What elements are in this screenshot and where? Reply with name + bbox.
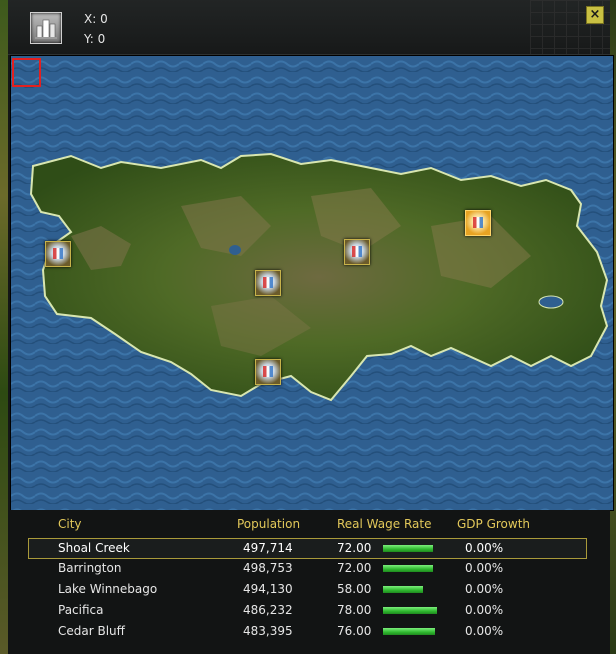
city-name: Shoal Creek (58, 541, 130, 555)
population-value: 486,232 (243, 603, 293, 617)
wage-value: 72.00 (337, 561, 372, 575)
population-value: 483,395 (243, 624, 293, 638)
city-name: Lake Winnebago (58, 582, 158, 596)
wage-bar (383, 607, 437, 614)
gdp-value: 0.00% (465, 603, 504, 617)
wage-bar (383, 628, 435, 635)
city-flag-icon (53, 248, 63, 259)
city-marker-5[interactable] (255, 359, 281, 385)
city-flag-icon (473, 217, 483, 228)
wage-value: 58.00 (337, 582, 372, 596)
city-window: X: 0 Y: 0 × City Population Real Wage Ra… (0, 0, 616, 654)
wage-value: 72.00 (337, 541, 372, 555)
gdp-value: 0.00% (465, 541, 504, 555)
city-marker-4[interactable] (465, 210, 491, 236)
table-row[interactable]: Lake Winnebago 494,130 58.00 0.00% (28, 580, 585, 599)
background-terrain-left (0, 0, 8, 654)
minimap-terrain (11, 56, 613, 510)
column-header-city[interactable]: City (58, 517, 82, 531)
wage-bar-fill (383, 545, 433, 552)
column-header-gdp[interactable]: GDP Growth (457, 517, 530, 531)
viewport-indicator[interactable] (12, 58, 41, 87)
wage-value: 76.00 (337, 624, 372, 638)
close-button[interactable]: × (586, 6, 604, 24)
gdp-value: 0.00% (465, 582, 504, 596)
table-row[interactable]: Pacifica 486,232 78.00 0.00% (28, 601, 585, 620)
population-value: 494,130 (243, 582, 293, 596)
gdp-value: 0.00% (465, 624, 504, 638)
column-header-wage[interactable]: Real Wage Rate (337, 517, 431, 531)
table-row[interactable]: Shoal Creek 497,714 72.00 0.00% (28, 538, 587, 559)
city-marker-3[interactable] (344, 239, 370, 265)
population-value: 498,753 (243, 561, 293, 575)
gdp-value: 0.00% (465, 561, 504, 575)
wage-bar-fill (383, 628, 435, 635)
city-flag-icon (263, 366, 273, 377)
city-stats-table: City Population Real Wage Rate GDP Growt… (8, 510, 610, 654)
wage-value: 78.00 (337, 603, 372, 617)
column-header-population[interactable]: Population (237, 517, 300, 531)
city-flag-icon (352, 246, 362, 257)
city-marker-2[interactable] (255, 270, 281, 296)
wage-bar (383, 586, 423, 593)
wage-bar-fill (383, 586, 423, 593)
city-name: Cedar Bluff (58, 624, 125, 638)
minimap[interactable] (10, 55, 614, 511)
x-coordinate: X: 0 (84, 12, 108, 26)
wage-bar (383, 565, 433, 572)
table-row[interactable]: Barrington 498,753 72.00 0.00% (28, 559, 585, 578)
table-row[interactable]: Cedar Bluff 483,395 76.00 0.00% (28, 622, 585, 641)
city-name: Pacifica (58, 603, 104, 617)
window-header: X: 0 Y: 0 × (8, 0, 610, 55)
y-coordinate: Y: 0 (84, 32, 106, 46)
wage-bar-fill (383, 565, 433, 572)
wage-bar-fill (383, 607, 437, 614)
city-buildings-icon (30, 12, 62, 44)
wage-bar (383, 545, 433, 552)
city-flag-icon (263, 277, 273, 288)
population-value: 497,714 (243, 541, 293, 555)
city-marker-1[interactable] (45, 241, 71, 267)
city-name: Barrington (58, 561, 122, 575)
